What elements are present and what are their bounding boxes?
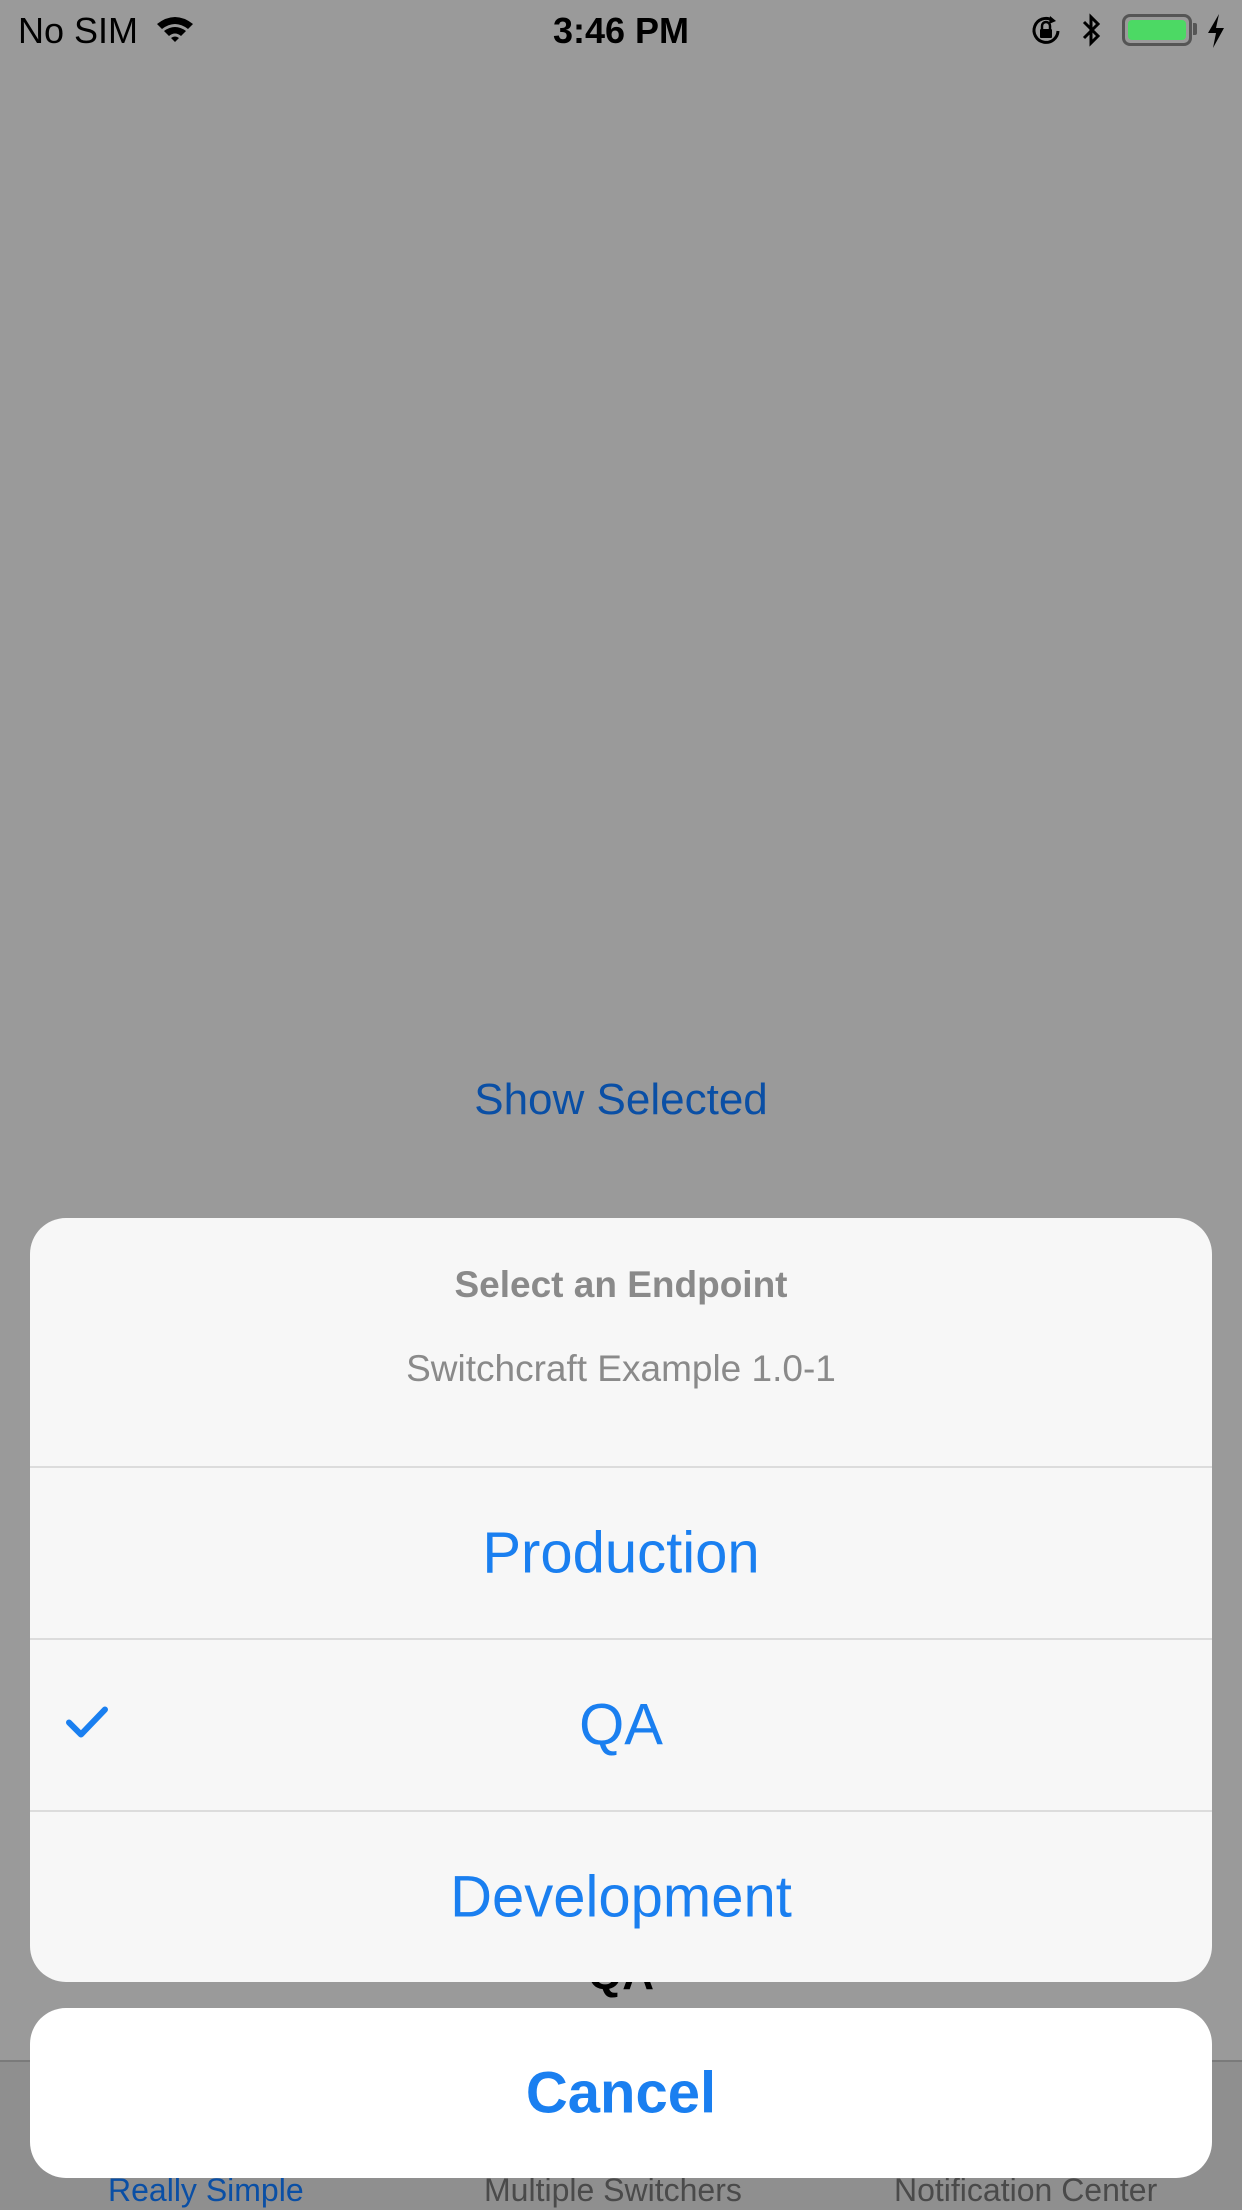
option-label: Production <box>482 1520 760 1586</box>
charging-icon <box>1206 14 1226 53</box>
cancel-button[interactable]: Cancel <box>30 2008 1212 2178</box>
rotation-lock-icon <box>1028 14 1064 53</box>
action-sheet-title: Select an Endpoint <box>454 1264 788 1305</box>
option-production[interactable]: Production <box>30 1468 1212 1638</box>
option-label: Development <box>450 1864 792 1930</box>
battery-level <box>1128 20 1186 40</box>
battery-icon <box>1122 14 1192 46</box>
bluetooth-icon <box>1080 12 1104 53</box>
option-qa[interactable]: QA <box>30 1640 1212 1810</box>
option-development[interactable]: Development <box>30 1812 1212 1982</box>
show-selected-button[interactable]: Show Selected <box>0 1075 1242 1125</box>
action-sheet-header: Select an Endpoint Switchcraft Example 1… <box>30 1218 1212 1466</box>
cancel-label: Cancel <box>525 2060 717 2126</box>
status-bar: No SIM 3:46 PM <box>0 0 1242 60</box>
action-sheet-message: Switchcraft Example 1.0-1 <box>406 1348 836 1389</box>
battery-cap <box>1193 23 1197 35</box>
endpoint-action-sheet: Select an Endpoint Switchcraft Example 1… <box>30 1218 1212 1982</box>
option-label: QA <box>579 1692 663 1758</box>
